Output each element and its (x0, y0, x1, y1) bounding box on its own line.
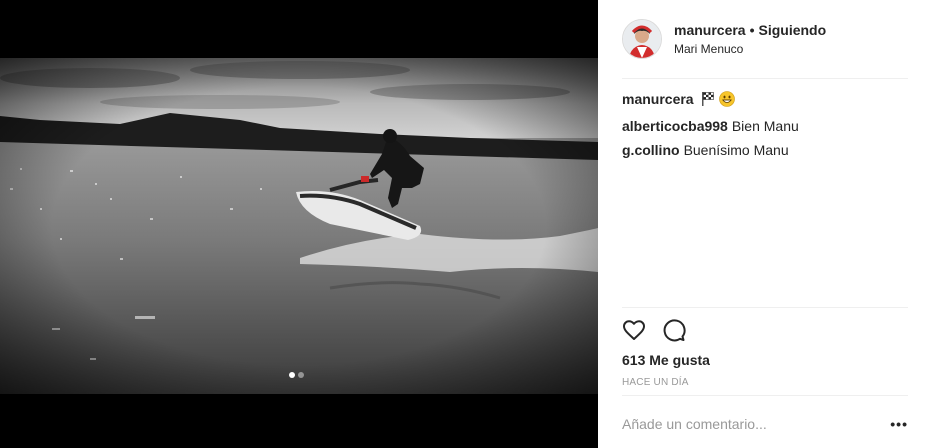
post-sidebar: manurcera • Siguiendo Mari Menuco manurcer… (598, 0, 932, 448)
comment-input[interactable] (622, 416, 862, 432)
carousel-dot-1[interactable] (289, 372, 295, 378)
divider (622, 395, 908, 396)
jetski-photo (0, 58, 598, 394)
post-time: HACE UN DÍA (622, 377, 689, 388)
carousel-indicator (289, 372, 304, 378)
comment-text: Buenísimo Manu (683, 142, 789, 158)
avatar[interactable] (622, 19, 662, 59)
post-video[interactable] (0, 58, 598, 394)
grinning-face-icon (719, 91, 736, 111)
comment-icon[interactable] (662, 318, 686, 342)
divider (622, 78, 908, 79)
heart-icon[interactable] (622, 318, 646, 342)
media-area (0, 0, 598, 448)
comment-item: g.collino Buenísimo Manu (622, 141, 908, 159)
avatar-image (623, 20, 661, 58)
location-link[interactable]: Mari Menuco (674, 41, 826, 57)
post-header: manurcera • Siguiendo Mari Menuco (622, 16, 826, 62)
comment-text: Bien Manu (731, 118, 799, 134)
more-options-button[interactable]: ••• (890, 416, 908, 432)
header-separator: • (749, 22, 755, 38)
action-bar (622, 318, 686, 342)
divider (622, 307, 908, 308)
comment-item: alberticocba998 Bien Manu (622, 117, 908, 135)
caption-username[interactable]: manurcera (622, 91, 694, 107)
caption: manurcera (622, 90, 908, 111)
carousel-dot-2[interactable] (298, 372, 304, 378)
comment-username[interactable]: alberticocba998 (622, 118, 728, 134)
header-username[interactable]: manurcera (674, 22, 746, 38)
comment-username[interactable]: g.collino (622, 142, 680, 158)
checkered-flag-icon (701, 91, 715, 111)
likes-count[interactable]: 613 Me gusta (622, 351, 710, 369)
add-comment-bar: ••• (622, 412, 908, 436)
follow-status[interactable]: Siguiendo (759, 22, 827, 38)
comments-section: manurcera alberticocba998 Bien Manu g.co… (622, 90, 908, 165)
